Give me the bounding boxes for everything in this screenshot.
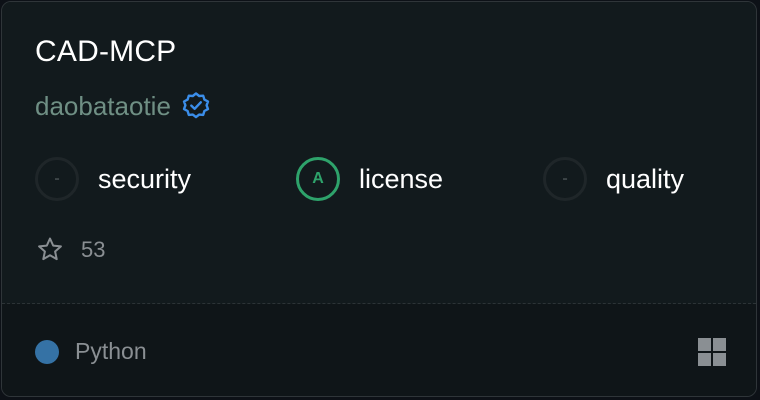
repo-card[interactable]: CAD-MCP daobataotie - security A license… (1, 1, 757, 397)
score-quality[interactable]: - quality (543, 155, 684, 203)
license-grade-circle: A (296, 157, 340, 201)
owner-link[interactable]: daobataotie (35, 91, 171, 122)
repo-title[interactable]: CAD-MCP (35, 35, 176, 69)
card-footer: Python (2, 304, 756, 396)
owner-row: daobataotie (35, 90, 211, 122)
language-label: Python (75, 338, 147, 364)
stars[interactable]: 53 (35, 234, 105, 266)
security-grade-circle: - (35, 157, 79, 201)
star-icon (35, 235, 65, 265)
language-color-dot (35, 339, 59, 364)
star-count: 53 (81, 237, 106, 262)
language: Python (35, 338, 147, 365)
quality-label: quality (606, 163, 685, 194)
windows-icon (698, 338, 726, 366)
score-license[interactable]: A license (296, 155, 443, 203)
card-main: CAD-MCP daobataotie - security A license… (2, 2, 756, 303)
verified-badge-icon (181, 91, 211, 121)
security-label: security (98, 163, 192, 194)
license-label: license (359, 163, 444, 194)
score-security[interactable]: - security (35, 155, 191, 203)
quality-grade-circle: - (543, 157, 587, 201)
